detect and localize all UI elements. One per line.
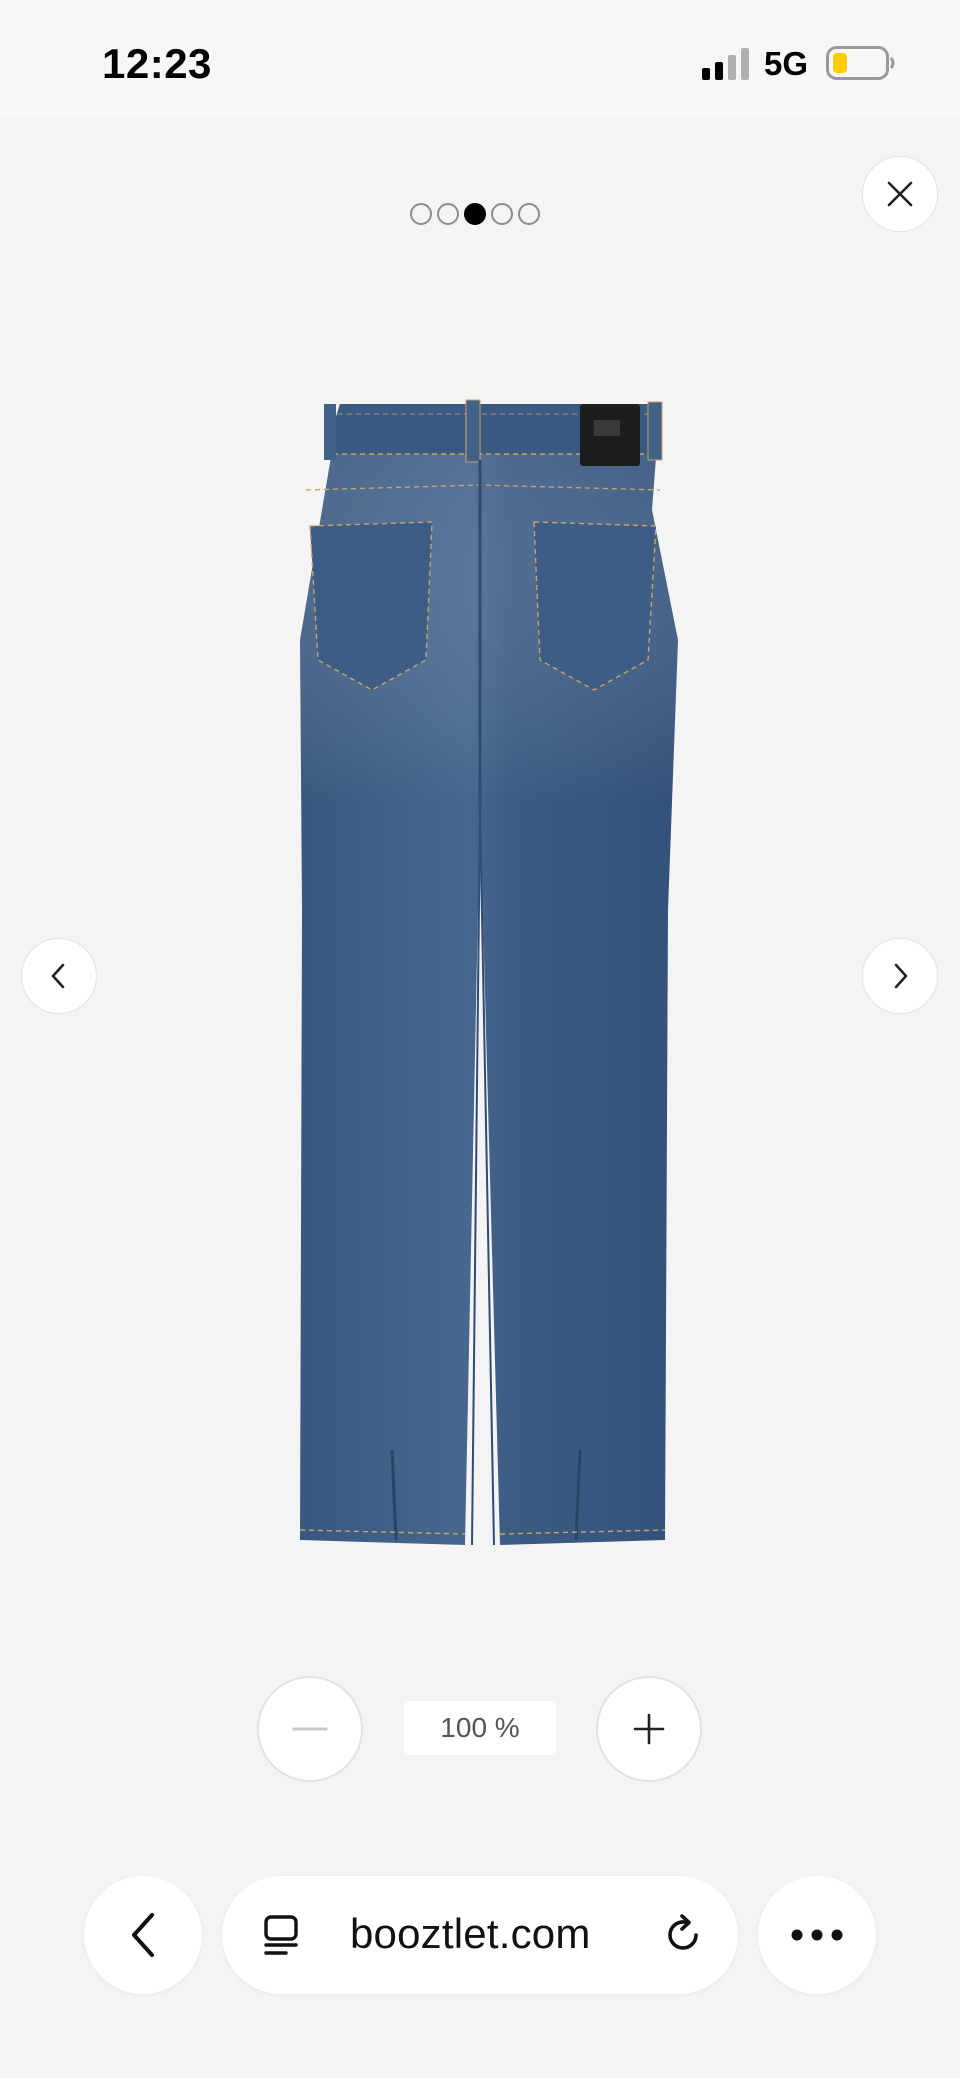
chevron-left-icon [51,963,65,989]
tab-icon [264,1915,298,1955]
url-text: booztlet.com [350,1910,591,1957]
plus-icon [633,1713,665,1745]
previous-image-button[interactable] [21,938,97,1014]
close-button[interactable] [862,156,938,232]
more-icon [791,1929,843,1941]
battery-icon [826,46,895,80]
status-time: 12:23 [102,40,212,87]
pager-dot[interactable] [491,203,513,225]
address-bar[interactable]: booztlet.com [222,1876,738,1994]
pager-dot[interactable] [437,203,459,225]
more-button[interactable] [758,1876,876,1994]
back-icon [132,1913,154,1957]
pager-dot[interactable] [410,203,432,225]
image-pager [410,203,540,225]
network-label: 5G [764,45,809,82]
status-bar: 12:23 5G [0,0,960,118]
zoom-level: 100 % [404,1701,556,1755]
minus-icon [292,1727,328,1731]
pager-dot[interactable] [518,203,540,225]
close-icon [887,181,913,207]
back-button[interactable] [84,1876,202,1994]
page: 12:23 5G 100 % booztlet.com [0,0,960,2078]
product-image[interactable] [280,390,700,1560]
reload-icon[interactable] [660,1912,706,1958]
zoom-out-button[interactable] [257,1676,363,1782]
next-image-button[interactable] [862,938,938,1014]
chevron-right-icon [894,963,908,989]
browser-toolbar: booztlet.com [0,1870,960,2000]
zoom-in-button[interactable] [596,1676,702,1782]
signal-icon [702,48,749,80]
pager-dot-active[interactable] [464,203,486,225]
